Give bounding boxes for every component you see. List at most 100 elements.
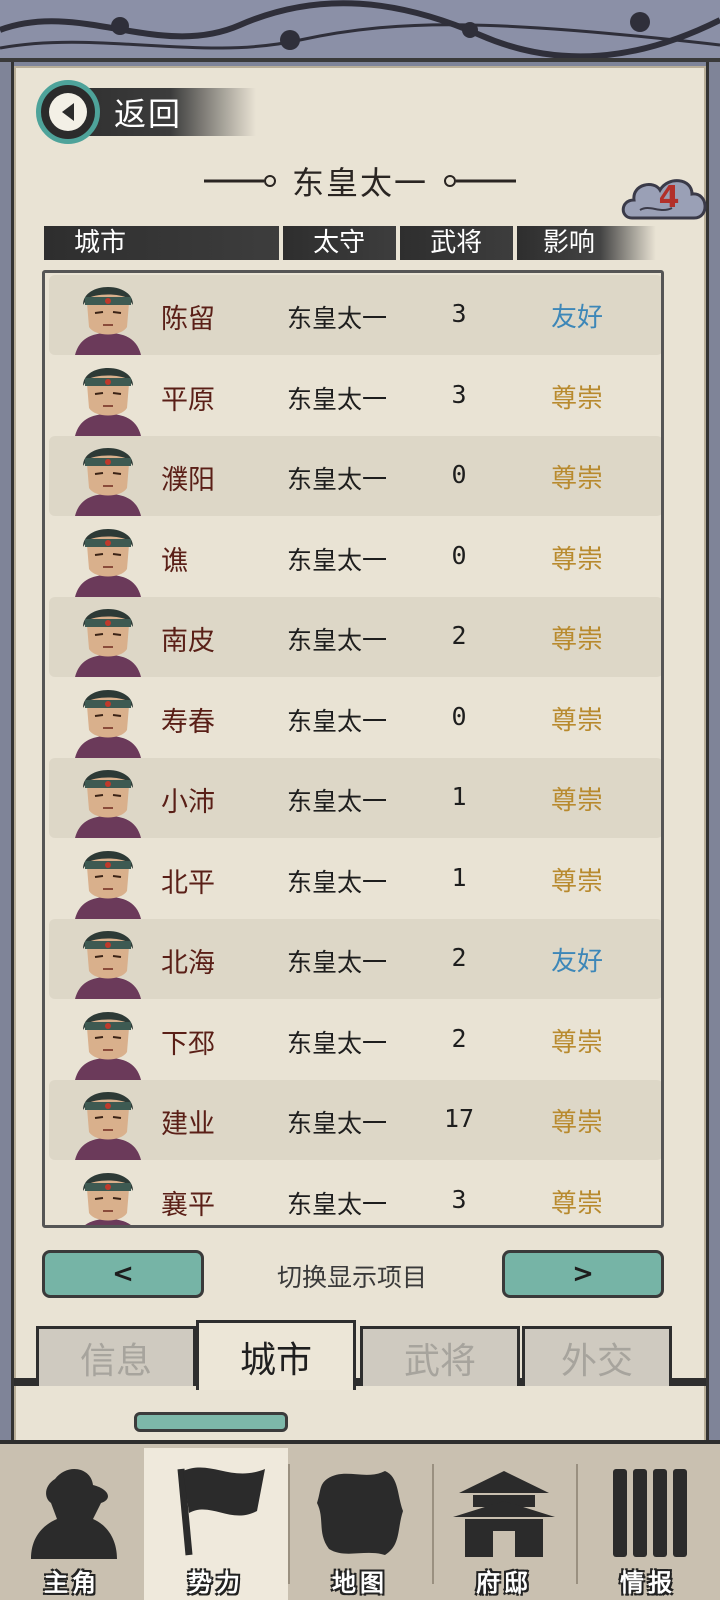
table-row[interactable]: 建业 东皇太一 17 尊崇 [49, 1080, 661, 1160]
city-name: 北平 [161, 867, 215, 899]
general-count: 1 [451, 782, 467, 811]
influence-status: 友好 [551, 947, 604, 977]
nav-map-label: 地图 [332, 1569, 388, 1597]
header-city[interactable]: 城市 [44, 226, 279, 260]
governor-portrait [65, 760, 151, 838]
tab-diplomacy[interactable]: 外交 [522, 1326, 672, 1386]
governor-portrait [65, 921, 151, 999]
governor-name: 东皇太一 [287, 948, 388, 977]
table-row[interactable]: 小沛 东皇太一 1 尊崇 [49, 758, 661, 838]
influence-status: 尊崇 [551, 1108, 604, 1138]
city-name: 平原 [161, 384, 215, 416]
governor-name: 东皇太一 [287, 304, 388, 333]
table-row[interactable]: 北平 东皇太一 1 尊崇 [49, 839, 661, 919]
governor-portrait [65, 358, 151, 436]
influence-status: 尊崇 [551, 544, 604, 575]
table-row[interactable]: 南皮 东皇太一 2 尊崇 [49, 597, 661, 677]
next-page-button[interactable]: > [502, 1250, 664, 1298]
cloud-badge[interactable]: 4 [620, 170, 710, 230]
header-influence[interactable]: 影响 [516, 226, 657, 260]
table-row[interactable]: 北海 东皇太一 2 友好 [49, 919, 661, 999]
city-name: 襄平 [161, 1189, 215, 1221]
city-name: 谯 [161, 545, 188, 577]
general-count: 17 [443, 1104, 475, 1133]
general-count: 2 [451, 943, 467, 972]
back-button[interactable]: 返回 [36, 80, 256, 144]
general-count: 3 [451, 299, 467, 328]
mansion-icon [453, 1471, 555, 1557]
general-count: 1 [451, 862, 467, 892]
city-list[interactable]: 陈留 东皇太一 3 友好 平原 东皇太一 3 尊崇 濮阳 东皇太一 0 尊崇 谯… [42, 270, 664, 1228]
nav-hero-label: 主角 [44, 1569, 100, 1597]
influence-status: 尊崇 [551, 786, 604, 816]
governor-portrait [65, 1163, 151, 1225]
nav-intel-label: 情报 [620, 1569, 676, 1597]
map-icon [317, 1471, 403, 1555]
bottom-nav: 主角 势力 地图 府邸 情报 [0, 1440, 720, 1600]
influence-status: 友好 [551, 303, 604, 333]
flag-icon [177, 1467, 265, 1556]
back-arrow-icon [36, 80, 100, 144]
governor-name: 东皇太一 [287, 787, 388, 816]
table-row[interactable]: 寿春 东皇太一 0 尊崇 [49, 678, 661, 758]
city-name: 小沛 [161, 787, 215, 818]
city-name: 陈留 [161, 304, 215, 335]
general-count: 2 [451, 1023, 467, 1053]
city-name: 寿春 [161, 706, 215, 738]
nav-hero[interactable]: 主角 [0, 1448, 144, 1600]
governor-name: 东皇太一 [287, 867, 388, 897]
ornament-right-icon [444, 175, 516, 187]
general-count: 2 [451, 621, 467, 650]
tab-city[interactable]: 城市 [196, 1320, 356, 1390]
governor-name: 东皇太一 [287, 384, 388, 414]
governor-portrait [65, 599, 151, 677]
governor-name: 东皇太一 [287, 1028, 388, 1058]
nav-faction-label: 势力 [188, 1569, 244, 1597]
prev-page-button[interactable]: < [42, 1250, 204, 1298]
governor-portrait [65, 680, 151, 758]
tab-info[interactable]: 信息 [36, 1326, 196, 1386]
hero-icon [31, 1468, 117, 1559]
governor-portrait [65, 1082, 151, 1160]
nav-intel[interactable]: 情报 [576, 1448, 720, 1600]
governor-portrait [65, 277, 151, 355]
nav-map[interactable]: 地图 [288, 1448, 432, 1600]
active-indicator [134, 1412, 288, 1432]
scroll-icon [613, 1469, 687, 1557]
governor-name: 东皇太一 [287, 1189, 388, 1219]
header-governor[interactable]: 太守 [282, 226, 396, 260]
city-name: 北海 [161, 948, 215, 979]
general-count: 0 [451, 460, 467, 489]
governor-name: 东皇太一 [287, 545, 388, 575]
nav-mansion-label: 府邸 [476, 1569, 532, 1597]
table-row[interactable]: 襄平 东皇太一 3 尊崇 [49, 1161, 661, 1225]
back-label: 返回 [114, 95, 183, 133]
nav-mansion[interactable]: 府邸 [432, 1448, 576, 1600]
city-name: 南皮 [161, 626, 215, 657]
governor-name: 东皇太一 [287, 1109, 388, 1138]
header-generals[interactable]: 武将 [399, 226, 513, 260]
governor-portrait [65, 1002, 151, 1080]
table-row[interactable]: 濮阳 东皇太一 0 尊崇 [49, 436, 661, 516]
tab-bar: 信息 城市 武将 外交 [14, 1320, 706, 1400]
influence-status: 尊崇 [551, 866, 604, 897]
table-row[interactable]: 谯 东皇太一 0 尊崇 [49, 517, 661, 597]
badge-count: 4 [658, 180, 680, 215]
governor-portrait [65, 519, 151, 597]
table-header: 城市 太守 武将 影响 [44, 226, 660, 260]
table-row[interactable]: 平原 东皇太一 3 尊崇 [49, 356, 661, 436]
influence-status: 尊崇 [551, 1027, 604, 1058]
nav-faction[interactable]: 势力 [144, 1448, 288, 1600]
left-frame [0, 62, 14, 1472]
tab-generals[interactable]: 武将 [360, 1326, 520, 1386]
influence-status: 尊崇 [551, 625, 604, 655]
table-row[interactable]: 下邳 东皇太一 2 尊崇 [49, 1000, 661, 1080]
ornament-left-icon [203, 175, 276, 187]
city-name: 下邳 [161, 1028, 215, 1060]
table-row[interactable]: 陈留 东皇太一 3 友好 [49, 275, 661, 355]
city-name: 濮阳 [161, 465, 215, 496]
governor-name: 东皇太一 [287, 465, 388, 494]
governor-portrait [65, 841, 151, 919]
right-frame [706, 62, 720, 1472]
influence-status: 尊崇 [551, 1188, 604, 1219]
